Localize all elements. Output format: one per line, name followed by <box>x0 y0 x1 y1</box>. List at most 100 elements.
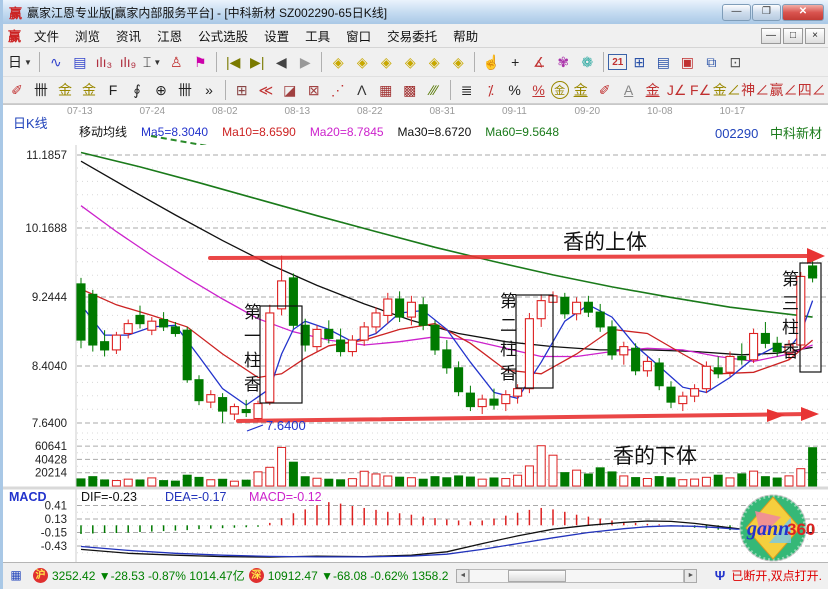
scrollbar-track[interactable] <box>469 569 684 583</box>
next-icon[interactable]: ▶ <box>293 51 317 73</box>
slash-lines-icon[interactable]: ∕∕∕ <box>422 79 446 101</box>
menu-item-browse[interactable]: 浏览 <box>67 27 108 47</box>
purple-net-icon[interactable]: ✾ <box>551 51 575 73</box>
mini-chart-3-icon[interactable]: ılı₃ <box>92 51 116 73</box>
teal-net-icon[interactable]: ❁ <box>575 51 599 73</box>
menu-item-news[interactable]: 资讯 <box>108 27 149 47</box>
box-measure-icon[interactable]: ⊞ <box>230 79 254 101</box>
circle-grid-icon[interactable]: ⊕ <box>149 79 173 101</box>
horizontal-scrollbar[interactable]: ◄ ► <box>456 569 697 583</box>
fan-lines-icon[interactable]: ≪ <box>254 79 278 101</box>
prev-icon[interactable]: ◀ <box>269 51 293 73</box>
f-levels-icon[interactable]: F <box>101 79 125 101</box>
gold-ratio-1-icon[interactable]: 金 <box>53 79 77 101</box>
ying-angle-icon[interactable]: 赢∠ <box>769 79 797 101</box>
svg-text:MACD: MACD <box>9 490 47 504</box>
percent-icon[interactable]: % <box>503 79 527 101</box>
angle-fan-icon[interactable]: ⋰ <box>326 79 350 101</box>
incense-box-label: 第一柱香 <box>244 303 261 394</box>
diamond-tool-2-icon[interactable]: ◈ <box>350 51 374 73</box>
menu-item-help[interactable]: 帮助 <box>445 27 486 47</box>
quote-grid-icon[interactable]: ▦ <box>7 568 25 584</box>
candles[interactable] <box>77 256 817 423</box>
date-tick-label: 08-22 <box>357 106 383 117</box>
hand-tool-icon[interactable]: ☝ <box>479 51 503 73</box>
svg-text:gann: gann <box>746 518 789 540</box>
diamond-tool-3-icon[interactable]: ◈ <box>374 51 398 73</box>
flag-report-icon[interactable]: ⚑ <box>188 51 212 73</box>
menu-item-trade[interactable]: 交易委托 <box>379 27 445 47</box>
diamond-tool-1-icon[interactable]: ◈ <box>326 51 350 73</box>
price-ladder-icon[interactable]: ≣ <box>455 79 479 101</box>
gann-figure-icon[interactable]: ♙ <box>164 51 188 73</box>
si-angle-icon[interactable]: 四∠ <box>798 79 826 101</box>
percent-slash-icon[interactable]: ⁒ <box>479 79 503 101</box>
date-tick-label: 08-13 <box>285 106 311 117</box>
candle-style-button[interactable]: ⌶▼ <box>140 51 164 73</box>
save-icon[interactable]: ▣ <box>675 51 699 73</box>
mdi-minimize-button[interactable]: — <box>761 28 781 44</box>
notes-icon[interactable]: ▤ <box>651 51 675 73</box>
first-page-icon[interactable]: |◀ <box>221 51 245 73</box>
mdi-restore-button[interactable]: □ <box>783 28 803 44</box>
angle-measure-icon[interactable]: ∡ <box>527 51 551 73</box>
shanghai-index-icon[interactable]: 沪 <box>33 568 48 583</box>
connection-text[interactable]: 已断开,双点打开. <box>731 567 822 584</box>
pen-tool-icon[interactable]: ✐ <box>5 79 29 101</box>
menu-item-formula-stock-pick[interactable]: 公式选股 <box>190 27 256 47</box>
dropdown-arrow-icon[interactable]: ▼ <box>153 58 161 67</box>
kline-chart[interactable]: 11.185710.16889.24448.40407.640060641404… <box>3 145 828 562</box>
diamond-tool-5-icon[interactable]: ◈ <box>422 51 446 73</box>
maximize-button[interactable]: ❐ <box>752 4 781 21</box>
menu-item-file[interactable]: 文件 <box>26 27 67 47</box>
scroll-left-icon[interactable]: ◄ <box>456 569 469 583</box>
kline-period-button[interactable]: 日▼ <box>5 51 35 73</box>
menu-item-gann[interactable]: 江恩 <box>149 27 190 47</box>
menu-bar: 赢 文件浏览资讯江恩公式选股设置工具窗口交易委托帮助 — □ × <box>3 24 828 48</box>
timeshare-chart-icon[interactable]: ∿ <box>44 51 68 73</box>
wave-a-icon[interactable]: A <box>617 79 641 101</box>
gold-line-icon[interactable]: 金 <box>569 79 593 101</box>
gold-circle-icon[interactable]: 金 <box>551 81 569 99</box>
dropdown-arrow-icon[interactable]: ▼ <box>24 58 32 67</box>
percent-line-icon[interactable]: % <box>527 79 551 101</box>
gold-angle-icon[interactable]: 金∠ <box>713 79 741 101</box>
gann-grid-icon[interactable]: 卌 <box>29 79 53 101</box>
diag-box-icon[interactable]: ⊠ <box>302 79 326 101</box>
marker-pen-icon[interactable]: ✐ <box>593 79 617 101</box>
j-angle-icon[interactable]: J∠ <box>665 79 689 101</box>
scroll-right-icon[interactable]: ► <box>684 569 697 583</box>
diamond-tool-6-icon[interactable]: ◈ <box>446 51 470 73</box>
diamond-tool-4-icon[interactable]: ◈ <box>398 51 422 73</box>
menu-item-window[interactable]: 窗口 <box>338 27 379 47</box>
last-page-icon[interactable]: ▶| <box>245 51 269 73</box>
calculator-icon[interactable]: ⊞ <box>627 51 651 73</box>
gold-red-icon[interactable]: 金 <box>641 79 665 101</box>
menu-item-tools[interactable]: 工具 <box>297 27 338 47</box>
major-gridlines: 11.185710.16889.24448.40407.640060641404… <box>25 150 828 553</box>
hash-lines-icon[interactable]: 卌 <box>173 79 197 101</box>
shenzhen-index-quote: 10912.47 ▼-68.08 -0.62% 1358.2 <box>268 569 449 583</box>
grid-dense-icon[interactable]: ▦ <box>374 79 398 101</box>
minimize-button[interactable]: — <box>722 4 751 21</box>
spiral-icon[interactable]: ∮ <box>125 79 149 101</box>
info-board-icon[interactable]: ▤ <box>68 51 92 73</box>
grid-dense2-icon[interactable]: ▩ <box>398 79 422 101</box>
scrollbar-thumb[interactable] <box>508 570 566 582</box>
fan-box-icon[interactable]: ◪ <box>278 79 302 101</box>
chart-area[interactable]: 11.185710.16889.24448.40407.640060641404… <box>3 145 828 562</box>
mini-chart-9-icon[interactable]: ılı₉ <box>116 51 140 73</box>
send-chart-icon[interactable]: ⧉ <box>699 51 723 73</box>
zigzag-icon[interactable]: Λ <box>350 79 374 101</box>
gold-ratio-2-icon[interactable]: 金 <box>77 79 101 101</box>
close-button[interactable]: ✕ <box>782 4 824 21</box>
menu-item-settings[interactable]: 设置 <box>256 27 297 47</box>
mdi-close-button[interactable]: × <box>805 28 825 44</box>
crosshair-tool-icon[interactable]: + <box>503 51 527 73</box>
f-angle-icon[interactable]: F∠ <box>689 79 713 101</box>
shenzhen-index-icon[interactable]: 深 <box>249 568 264 583</box>
shen-angle-icon[interactable]: 神∠ <box>741 79 769 101</box>
calendar-21-icon[interactable]: 21 <box>608 54 627 70</box>
remote-pc-icon[interactable]: ⊡ <box>723 51 747 73</box>
more-tools-chevron[interactable]: » <box>197 79 221 101</box>
